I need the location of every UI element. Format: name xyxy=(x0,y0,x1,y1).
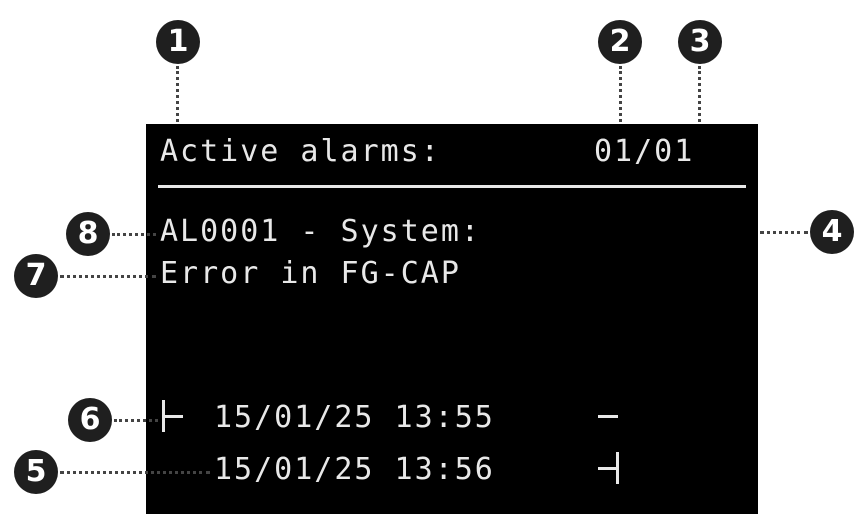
callout-1-leader xyxy=(176,66,179,122)
alarm-code: AL0001 - System: xyxy=(160,214,481,249)
alarm-description: Error in FG-CAP xyxy=(160,256,461,291)
callout-6: 6 xyxy=(68,398,112,442)
callout-7-leader xyxy=(60,275,156,278)
callout-1: 1 xyxy=(156,20,200,64)
callout-4-leader xyxy=(760,231,808,234)
callout-6-leader xyxy=(114,419,158,422)
end-timestamp: 15/01/25 13:56 xyxy=(214,452,495,487)
start-dash-icon xyxy=(598,415,618,418)
header-title: Active alarms: xyxy=(160,134,441,169)
start-timestamp: 15/01/25 13:55 xyxy=(214,400,495,435)
callout-8-leader xyxy=(112,233,156,236)
callout-2-leader xyxy=(619,66,622,122)
callout-4: 4 xyxy=(810,210,854,254)
callout-8: 8 xyxy=(66,212,110,256)
header-divider xyxy=(158,185,746,188)
callout-5: 5 xyxy=(14,450,58,494)
end-marker-tick xyxy=(598,467,616,470)
callout-2: 2 xyxy=(598,20,642,64)
start-marker-tick xyxy=(165,415,183,418)
callout-3-leader xyxy=(698,66,701,122)
callout-3: 3 xyxy=(678,20,722,64)
end-marker-icon xyxy=(616,452,619,484)
callout-7: 7 xyxy=(14,254,58,298)
callout-5-leader xyxy=(60,471,210,474)
alarm-index: 01/01 xyxy=(594,134,695,169)
